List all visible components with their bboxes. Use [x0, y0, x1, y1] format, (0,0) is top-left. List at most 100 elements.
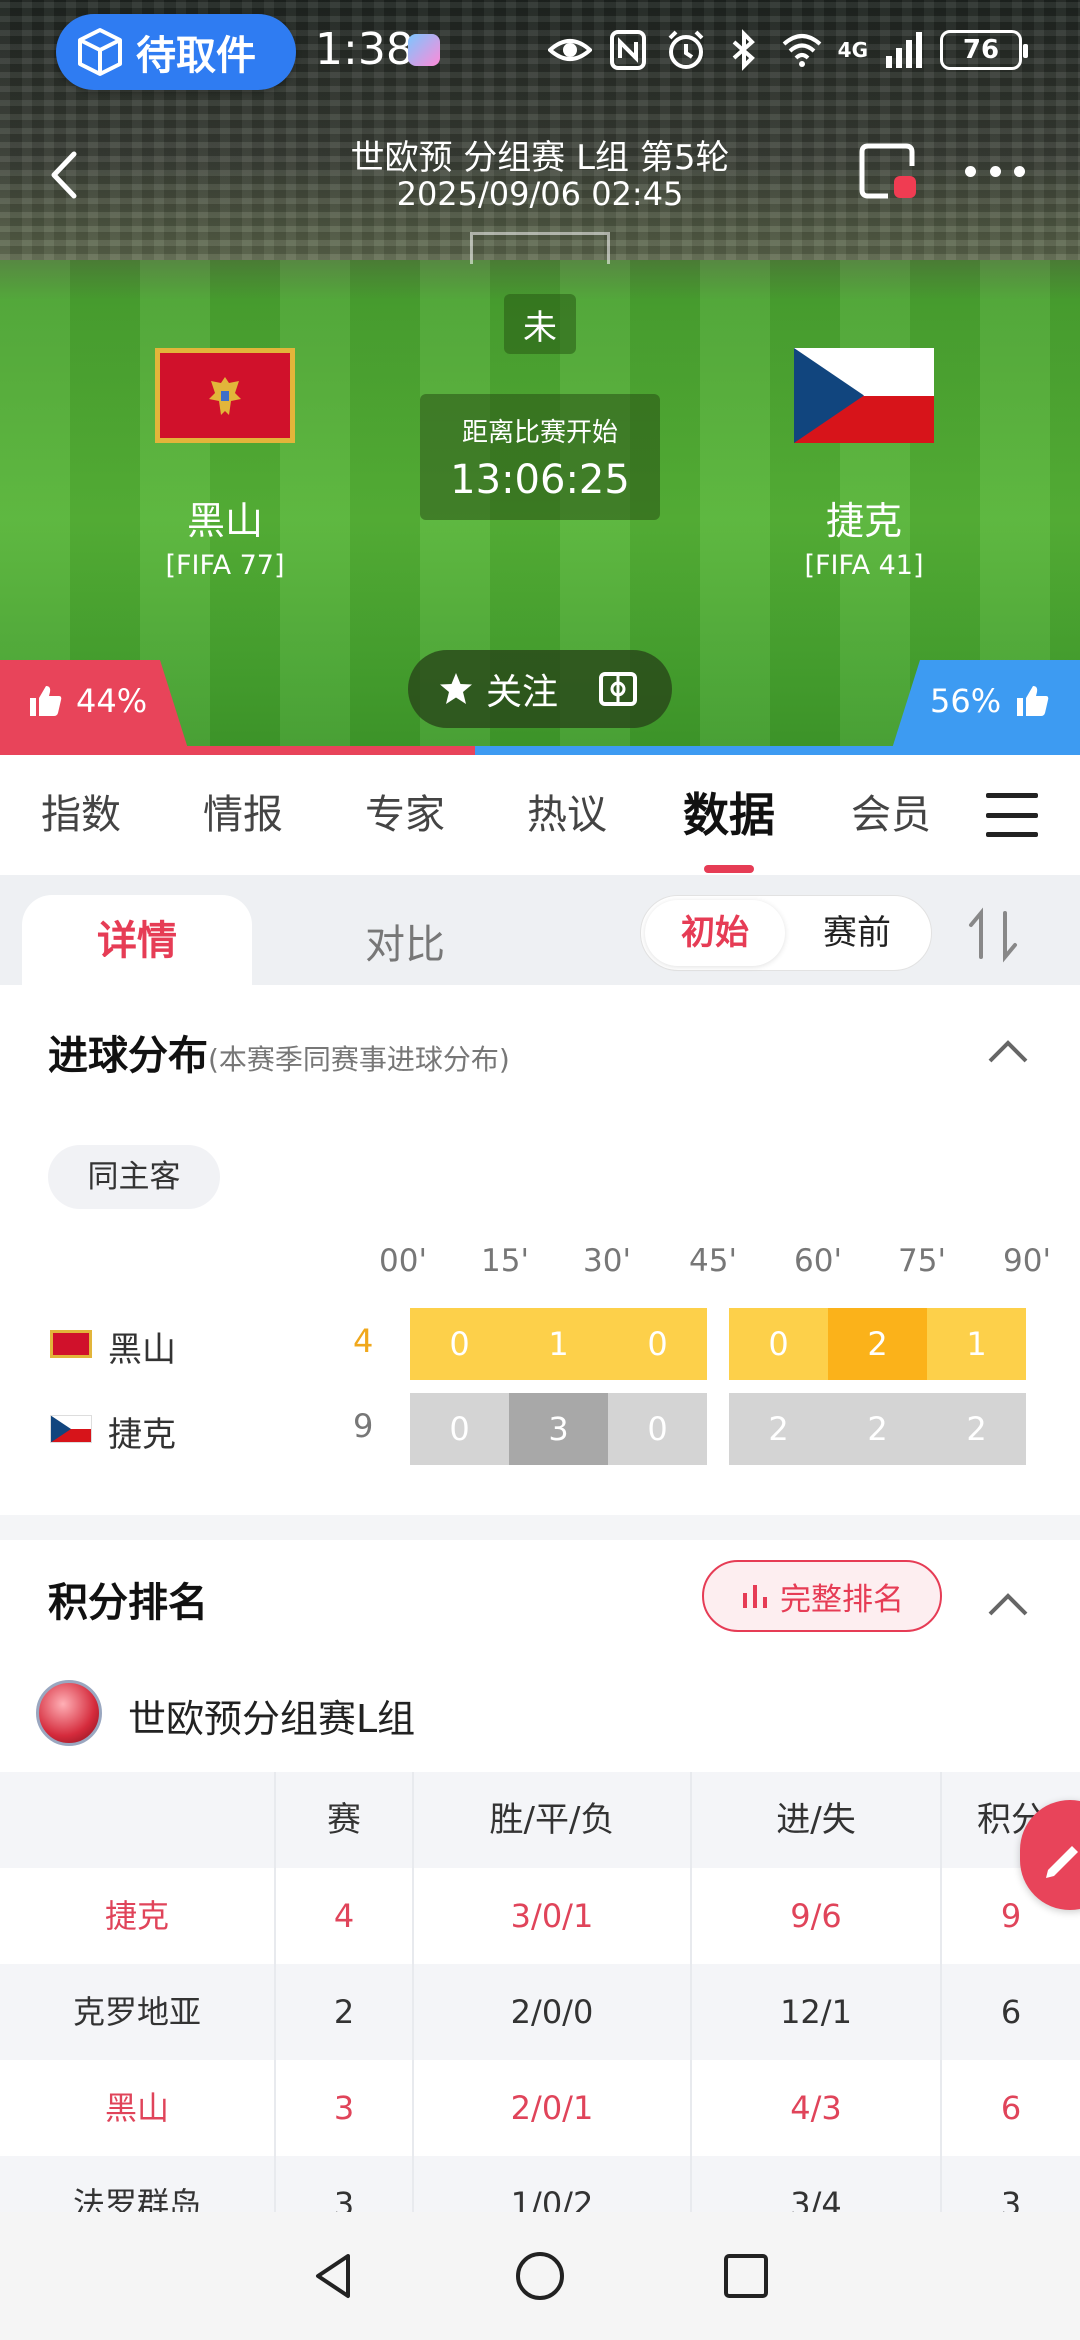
- tab-discussion[interactable]: 热议: [486, 755, 648, 875]
- same-venue-filter[interactable]: 同主客: [48, 1145, 220, 1209]
- nav-recents-icon[interactable]: [718, 2248, 774, 2304]
- row-goals: 9/6: [692, 1868, 942, 1964]
- home-team-flag[interactable]: [155, 348, 295, 443]
- thumbs-up-icon: [30, 686, 62, 716]
- chevron-up-icon[interactable]: [986, 1588, 1030, 1618]
- czech-flag-icon: [50, 1415, 92, 1443]
- edit-icon: [1046, 1846, 1078, 1878]
- home-support-fill: [0, 746, 476, 755]
- odds-stage-toggle: 初始 赛前: [640, 895, 932, 971]
- more-options-icon[interactable]: [965, 158, 1025, 184]
- goal-cell: 2: [927, 1393, 1026, 1465]
- full-standings-button[interactable]: 完整排名: [702, 1560, 942, 1632]
- home-team-rank: [FIFA 77]: [165, 550, 285, 581]
- system-navigation-bar: [0, 2212, 1080, 2340]
- row-wdl: 2/0/1: [414, 2060, 692, 2156]
- app-notification-icon: [408, 34, 440, 66]
- goal-cell: 2: [828, 1393, 927, 1465]
- chevron-up-icon[interactable]: [986, 1035, 1030, 1065]
- goal-cell: 1: [927, 1308, 1026, 1380]
- goal-row-team: 捷克: [108, 1415, 176, 1455]
- status-bar: 待取件 1:38 4G 76: [0, 0, 1080, 100]
- countdown-label: 距离比赛开始: [461, 418, 618, 448]
- home-team-name[interactable]: 黑山: [105, 490, 345, 545]
- away-team-flag[interactable]: [794, 348, 934, 443]
- table-row[interactable]: 捷克 4 3/0/1 9/6 9: [0, 1868, 1080, 1964]
- tab-membership[interactable]: 会员: [810, 755, 972, 875]
- standings-title: 积分排名: [48, 1580, 208, 1626]
- goal-cell: 3: [509, 1393, 608, 1465]
- goal-cell: 0: [608, 1393, 707, 1465]
- match-status-badge: 未: [504, 294, 576, 354]
- tab-odds[interactable]: 指数: [0, 755, 162, 875]
- subtab-compare[interactable]: 对比: [310, 895, 500, 985]
- floating-window-icon[interactable]: [858, 142, 916, 200]
- package-icon: [78, 28, 122, 76]
- goalpost: [470, 232, 610, 264]
- toggle-initial[interactable]: 初始: [645, 900, 785, 966]
- row-points: 6: [1000, 2089, 1022, 2127]
- time-label: 45': [689, 1243, 737, 1279]
- match-datetime: 2025/09/06 02:45: [396, 175, 684, 213]
- time-axis: 00' 15' 30' 45' 60' 75' 90': [379, 1243, 1060, 1283]
- home-support-percent: 44%: [76, 682, 148, 720]
- follow-label: 关注: [486, 672, 559, 713]
- goal-row-home: 黑山 4 0 1 0 0 2 1: [48, 1308, 1048, 1380]
- match-hero: 待取件 1:38 4G 76 世欧预 分组赛 L组 第5轮 2025/09/06…: [0, 0, 1080, 755]
- away-team-rank: [FIFA 41]: [804, 550, 924, 581]
- goal-cell: 0: [410, 1393, 509, 1465]
- goal-cell: 0: [608, 1308, 707, 1380]
- network-type: 4G: [837, 38, 868, 62]
- wifi-icon: [782, 34, 821, 67]
- clock: 1:38: [315, 24, 414, 75]
- away-team-name[interactable]: 捷克: [744, 490, 984, 545]
- nav-home-icon[interactable]: [512, 2248, 568, 2304]
- goal-cell: 1: [509, 1308, 608, 1380]
- goal-row-total: 9: [353, 1407, 374, 1445]
- table-row[interactable]: 黑山 3 2/0/1 4/3 6: [0, 2060, 1080, 2156]
- edit-fab-button[interactable]: [1020, 1800, 1080, 1910]
- live-field-icon[interactable]: [598, 669, 638, 709]
- toggle-pre-match[interactable]: 赛前: [787, 900, 927, 966]
- row-team: 黑山: [0, 2060, 276, 2156]
- away-support-vote[interactable]: 56%: [890, 660, 1080, 755]
- subtab-detail[interactable]: 详情: [22, 895, 252, 985]
- row-team: 捷克: [0, 1868, 276, 1964]
- time-label: 60': [794, 1243, 842, 1279]
- table-row[interactable]: 克罗地亚 2 2/0/0 12/1 6: [0, 1964, 1080, 2060]
- away-support-fill: [475, 746, 1080, 755]
- follow-button[interactable]: 关注: [408, 650, 672, 728]
- thumbs-up-icon: [1017, 686, 1049, 716]
- goal-distribution-card: 进球分布(本赛季同赛事进球分布) 同主客 00' 15' 30' 45' 60'…: [0, 985, 1080, 1515]
- goal-distribution-subtitle: (本赛季同赛事进球分布): [208, 1043, 510, 1076]
- countdown-box: 距离比赛开始 13:06:25: [420, 394, 660, 520]
- support-ratio-bar: [0, 746, 1080, 755]
- row-played: 2: [276, 1964, 414, 2060]
- home-support-vote[interactable]: 44%: [0, 660, 190, 755]
- col-team: [0, 1772, 276, 1868]
- col-wdl: 胜/平/负: [414, 1772, 692, 1868]
- row-goals: 4/3: [692, 2060, 942, 2156]
- row-points: 6: [1000, 1993, 1022, 2031]
- time-label: 30': [583, 1243, 631, 1279]
- pickup-label: 待取件: [136, 33, 256, 79]
- alarm-icon: [668, 30, 704, 69]
- battery-indicator: 76: [940, 30, 1028, 70]
- main-tab-bar: 指数 情报 专家 热议 数据 会员: [0, 755, 1080, 875]
- tab-experts[interactable]: 专家: [324, 755, 486, 875]
- countdown-time: 13:06:25: [450, 457, 630, 503]
- tab-data[interactable]: 数据: [648, 755, 810, 875]
- nav-back-icon[interactable]: [306, 2248, 362, 2304]
- goal-distribution-heading: 进球分布(本赛季同赛事进球分布): [48, 1023, 510, 1081]
- nfc-icon: [609, 30, 646, 70]
- goal-cell: 2: [828, 1308, 927, 1380]
- full-standings-label: 完整排名: [780, 1581, 904, 1618]
- sort-icon[interactable]: [965, 905, 1021, 965]
- montenegro-flag-icon: [50, 1330, 92, 1358]
- time-label: 15': [481, 1243, 529, 1279]
- pickup-notification-pill[interactable]: 待取件: [56, 14, 296, 90]
- menu-icon[interactable]: [986, 793, 1038, 837]
- goal-cell: 0: [410, 1308, 509, 1380]
- tab-intel[interactable]: 情报: [162, 755, 324, 875]
- eye-icon: [547, 39, 592, 61]
